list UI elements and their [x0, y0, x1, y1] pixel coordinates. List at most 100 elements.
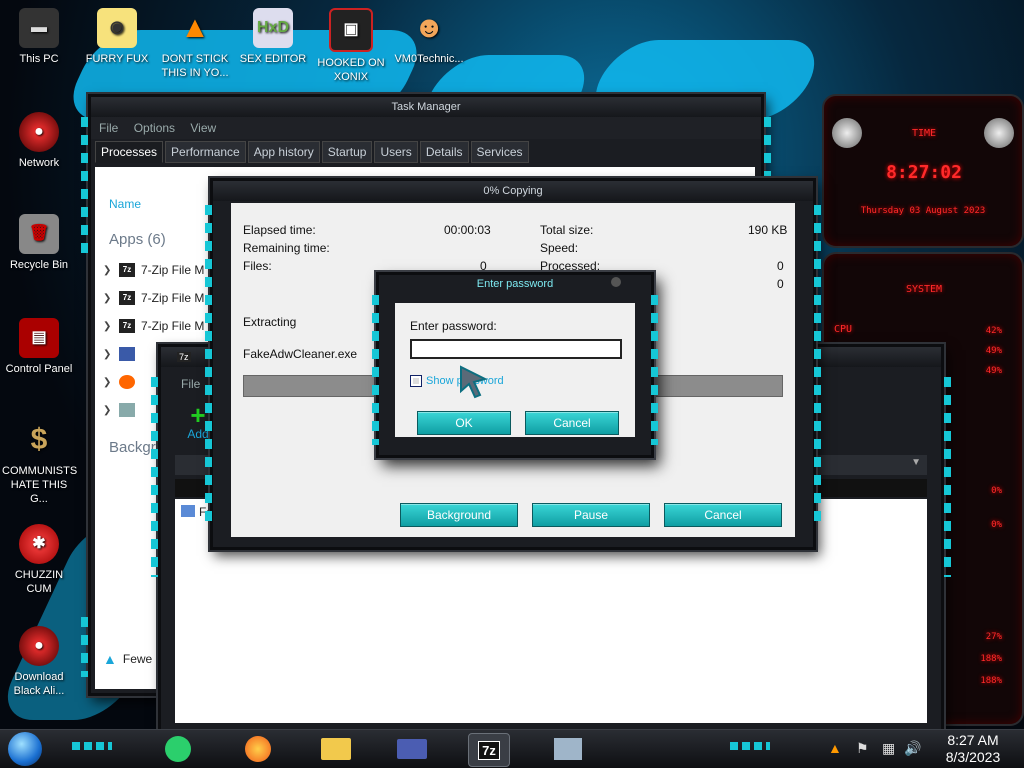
show-password-checkbox[interactable]: Show password	[410, 375, 504, 387]
task-manager-icon	[119, 403, 135, 417]
column-header-name[interactable]: Name	[109, 197, 141, 211]
copying-titlebar[interactable]: 0% Copying	[213, 181, 813, 201]
card-icon	[119, 347, 135, 361]
tab-processes[interactable]: Processes	[95, 141, 164, 163]
gadget-reading: 188%	[980, 676, 1002, 686]
taskbar-notes-app[interactable]	[158, 733, 198, 765]
desktop-icon-xonix[interactable]: ▣ HOOKED ON XONIX	[314, 8, 388, 84]
current-file-name: FakeAdwCleaner.exe	[243, 347, 358, 361]
recycle-bin-icon: 🗑	[19, 214, 59, 254]
speed-label: Speed:	[540, 241, 579, 255]
gadget-date: Thursday 03 August 2023	[860, 206, 986, 216]
folder-icon	[321, 738, 351, 760]
tab-performance[interactable]: Performance	[165, 141, 246, 163]
password-dialog: Enter password Enter password: Show pass…	[372, 272, 658, 458]
desktop-icon-communists[interactable]: $ COMMUNISTS HATE THIS G...	[2, 420, 77, 506]
chevron-right-icon[interactable]: ❯	[103, 405, 113, 416]
taskbar-task-manager[interactable]	[548, 733, 588, 765]
password-input[interactable]	[410, 339, 622, 359]
start-orb-icon[interactable]	[8, 732, 42, 766]
elapsed-label: Elapsed time:	[243, 223, 316, 237]
desktop-icon-vlc[interactable]: ▲ DONT STICK THIS IN YO...	[158, 8, 232, 80]
tab-details[interactable]: Details	[419, 141, 469, 163]
desktop-icon-recycle-bin[interactable]: 🗑 Recycle Bin	[2, 214, 76, 272]
tab-strip: Processes Performance App history Startu…	[91, 139, 761, 163]
frame-decoration	[814, 205, 821, 525]
cancel-button[interactable]: Cancel	[664, 503, 782, 527]
hxd-icon: HxD	[253, 8, 293, 48]
desktop-icon-sex-editor[interactable]: HxD SEX EDITOR	[236, 8, 310, 66]
gadget-clock: 8:27:02	[886, 162, 962, 183]
processed-value: 0	[777, 259, 784, 273]
traffic-cone-icon: ▲	[180, 11, 210, 44]
menu-options[interactable]: Options	[134, 121, 175, 135]
clock-gadget: TIME 8:27:02 Thursday 03 August 2023	[822, 94, 1024, 248]
alien-orb-icon: ●	[19, 112, 59, 152]
taskbar-clock[interactable]: 8:27 AM 8/3/2023	[928, 732, 1018, 766]
password-prompt: Enter password:	[410, 319, 497, 333]
total-size-label: Total size:	[540, 223, 594, 237]
frame-decoration	[651, 295, 658, 445]
gadget-cpu-label: CPU	[834, 324, 853, 335]
network-icon[interactable]: ▦	[882, 740, 895, 757]
extra-value: 0	[777, 277, 784, 291]
extracting-label: Extracting	[243, 315, 297, 329]
chevron-right-icon[interactable]: ❯	[103, 377, 113, 388]
desktop-icon-furry-fux[interactable]: ◉ FURRY FUX	[80, 8, 154, 66]
game-icon: ▣	[329, 8, 373, 52]
flag-icon[interactable]: ⚑	[856, 740, 869, 757]
fewer-details-link[interactable]: ▲ Fewe	[103, 651, 152, 667]
mouse-cursor-icon	[460, 365, 488, 399]
taskbar-7zip[interactable]: 7z	[468, 733, 510, 767]
process-row[interactable]: ❯ 7z 7-Zip File M	[103, 291, 204, 305]
taskbar-firefox[interactable]	[238, 733, 278, 765]
tab-users[interactable]: Users	[374, 141, 418, 163]
checkbox-icon[interactable]	[410, 375, 422, 387]
frame-decoration	[205, 205, 212, 525]
chevron-right-icon[interactable]: ❯	[103, 349, 113, 360]
menu-file[interactable]: File	[99, 121, 118, 135]
taskbar-file-explorer[interactable]	[316, 733, 356, 765]
cancel-button[interactable]: Cancel	[525, 411, 619, 435]
taskbar-control-app[interactable]	[392, 733, 432, 765]
process-row[interactable]: ❯	[103, 375, 135, 389]
chevron-right-icon[interactable]: ❯	[103, 293, 113, 304]
gadget-reading: 49%	[985, 366, 1002, 376]
desktop-icon-download-black-alien[interactable]: ● Download Black Ali...	[2, 626, 76, 698]
background-button[interactable]: Background	[400, 503, 518, 527]
desktop-icon-this-pc[interactable]: ▬ This PC	[2, 8, 76, 66]
chevron-right-icon[interactable]: ❯	[103, 265, 113, 276]
ok-button[interactable]: OK	[417, 411, 511, 435]
gadget-reading: 0%	[991, 486, 1002, 496]
firefox-icon	[245, 736, 271, 762]
process-row[interactable]: ❯	[103, 403, 135, 417]
tab-app-history[interactable]: App history	[247, 141, 320, 163]
desktop-icon-network[interactable]: ● Network	[2, 112, 76, 170]
alert-icon[interactable]: ▲	[828, 740, 842, 756]
task-manager-titlebar[interactable]: Task Manager	[91, 97, 761, 117]
menu-file[interactable]: File	[181, 377, 200, 391]
file-icon	[181, 505, 195, 517]
total-size-value: 190 KB	[748, 223, 788, 237]
seven-zip-icon: 7z	[478, 740, 500, 760]
process-row[interactable]: ❯ 7z 7-Zip File M	[103, 319, 204, 333]
process-row[interactable]: ❯	[103, 347, 135, 361]
desktop-icon-control-panel[interactable]: ▤ Control Panel	[2, 318, 76, 376]
password-dialog-title[interactable]: Enter password	[379, 275, 651, 293]
window-title: 0% Copying	[483, 185, 543, 197]
chevron-right-icon[interactable]: ❯	[103, 321, 113, 332]
alien-head-icon	[984, 118, 1014, 148]
menu-view[interactable]: View	[190, 121, 216, 135]
seven-zip-icon: 7z	[177, 352, 191, 362]
card-icon	[397, 739, 427, 759]
volume-icon[interactable]: 🔊	[904, 740, 921, 757]
chevron-down-icon[interactable]: ▼	[911, 457, 921, 468]
menu-bar: File Options View	[91, 117, 761, 139]
desktop-icon-vm0[interactable]: ☻ VM0Technic...	[392, 8, 466, 66]
pause-button[interactable]: Pause	[532, 503, 650, 527]
tab-services[interactable]: Services	[470, 141, 529, 163]
process-row[interactable]: ❯ 7z 7-Zip File M	[103, 263, 204, 277]
close-icon[interactable]	[611, 277, 621, 287]
tab-startup[interactable]: Startup	[321, 141, 373, 163]
desktop-icon-chuzzin[interactable]: ✱ CHUZZIN CUM	[2, 524, 76, 596]
